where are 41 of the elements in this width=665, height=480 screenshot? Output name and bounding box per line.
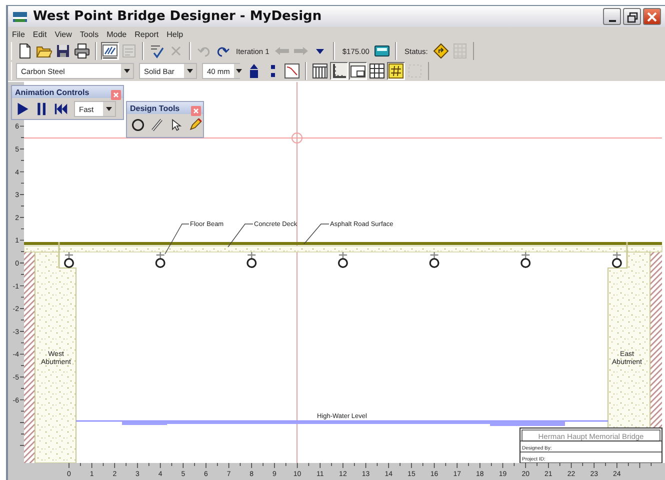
menu-item[interactable]: Tools bbox=[78, 30, 100, 38]
minimize-button[interactable] bbox=[603, 8, 621, 25]
link-icon[interactable] bbox=[149, 116, 165, 134]
joint bbox=[155, 251, 166, 268]
chart-icon[interactable] bbox=[283, 62, 301, 80]
printer-icon[interactable] bbox=[73, 42, 91, 60]
menu-item[interactable]: Mode bbox=[106, 30, 128, 38]
panel-title: Design Tools bbox=[130, 104, 180, 112]
minimize-icon bbox=[608, 20, 616, 22]
joint bbox=[64, 251, 74, 268]
close-icon[interactable] bbox=[191, 103, 201, 113]
circle-icon[interactable] bbox=[130, 116, 146, 134]
close-icon bbox=[646, 10, 658, 22]
leader-line bbox=[164, 224, 190, 254]
restore-icon bbox=[626, 10, 638, 22]
window-title: West Point Bridge Designer - MyDesign bbox=[33, 9, 323, 24]
joint bbox=[338, 251, 348, 268]
panel-title: Animation Controls bbox=[15, 88, 90, 96]
menu-item[interactable]: Help bbox=[166, 30, 184, 38]
joint bbox=[520, 251, 531, 268]
leader-line bbox=[228, 224, 254, 248]
coordinates-icon[interactable] bbox=[387, 62, 405, 80]
joint bbox=[246, 251, 257, 268]
member-list-icon[interactable] bbox=[311, 62, 329, 80]
title-block-icon[interactable] bbox=[349, 62, 367, 80]
grid-icon[interactable] bbox=[368, 62, 386, 80]
menu-item[interactable]: File bbox=[11, 30, 26, 38]
drawing-board-icon[interactable] bbox=[101, 42, 119, 60]
warning-sign-icon[interactable] bbox=[432, 42, 450, 60]
joint bbox=[612, 251, 622, 268]
leader-line bbox=[304, 224, 330, 244]
close-icon[interactable] bbox=[111, 87, 121, 97]
ruler-icon[interactable] bbox=[330, 62, 348, 80]
joint bbox=[429, 251, 440, 268]
menu-item[interactable]: Report bbox=[134, 30, 160, 38]
restore-button[interactable] bbox=[623, 8, 641, 25]
menu-item[interactable]: Edit bbox=[32, 30, 48, 38]
save-icon[interactable] bbox=[54, 42, 72, 60]
menu-item[interactable]: View bbox=[54, 30, 73, 38]
play-icon[interactable] bbox=[15, 100, 31, 118]
close-button[interactable] bbox=[643, 8, 661, 25]
